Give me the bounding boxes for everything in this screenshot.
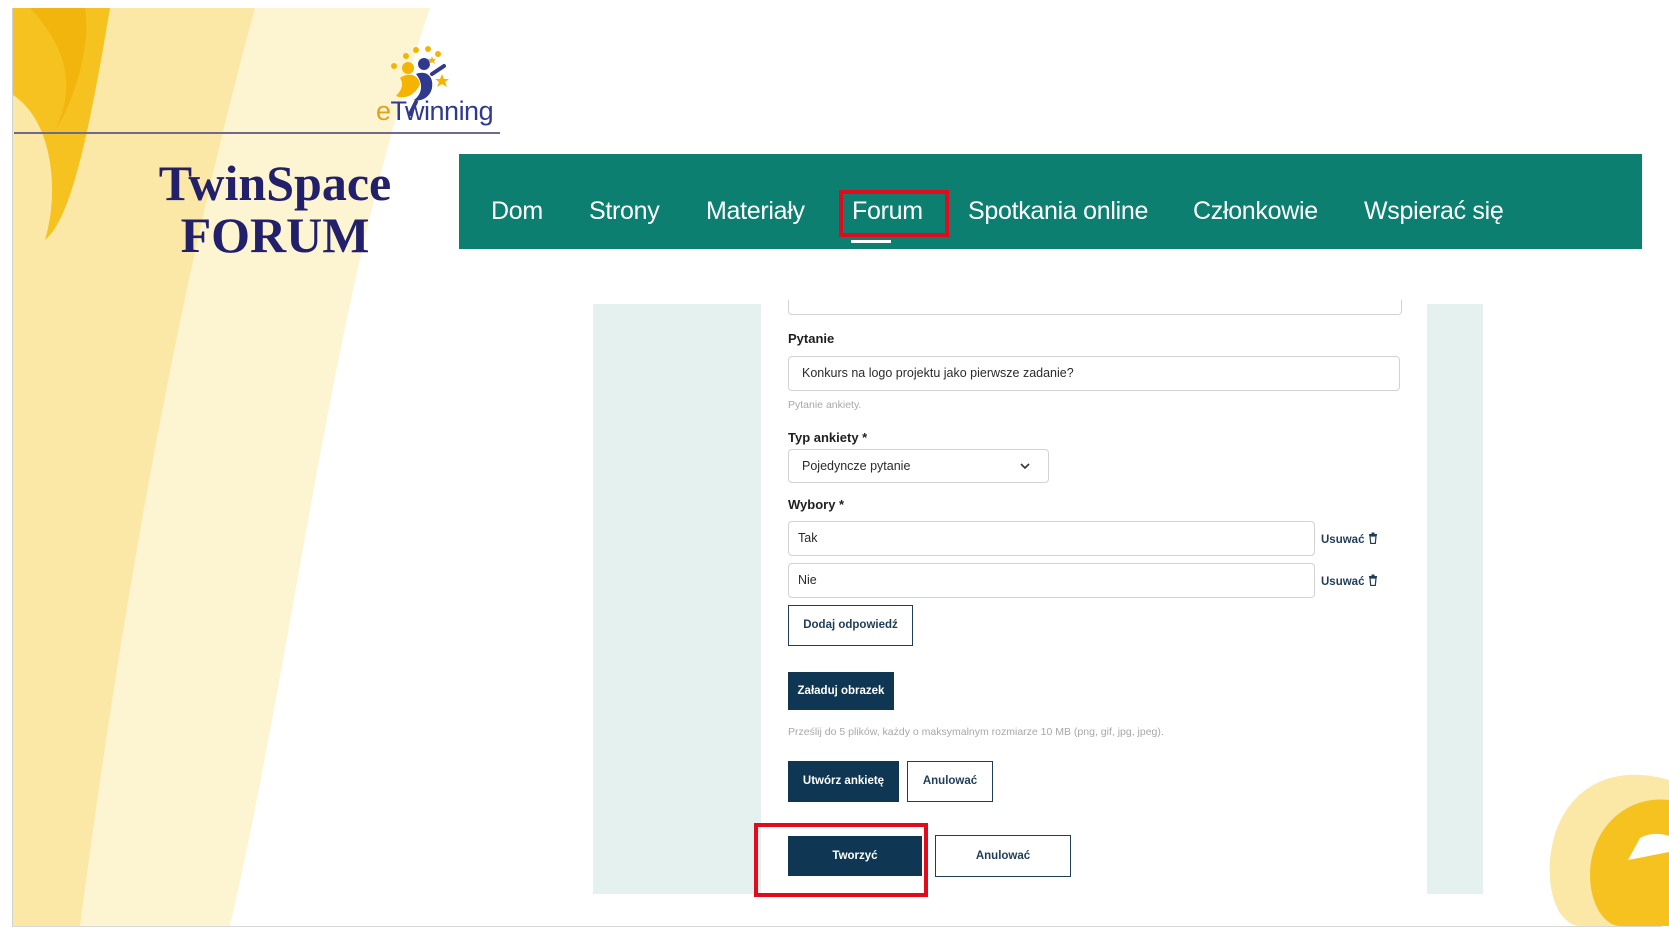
nav-item-materialy[interactable]: Materiały — [706, 164, 805, 259]
form-card — [761, 304, 1427, 894]
slide-bottom-border — [12, 926, 1662, 927]
title-line-2: FORUM — [180, 207, 370, 263]
create-poll-button[interactable]: Utwórz ankietę — [788, 761, 899, 802]
previous-field-bottom — [788, 300, 1402, 315]
question-label: Pytanie — [788, 331, 835, 346]
forum-highlight-box — [839, 190, 949, 237]
logo-text: eTwinning — [376, 96, 494, 126]
nav-item-wspierac-sie[interactable]: Wspierać się — [1364, 164, 1504, 259]
remove-choice-2-label: Usuwać — [1321, 576, 1365, 588]
chevron-down-icon — [1020, 463, 1030, 470]
remove-choice-1-label: Usuwać — [1321, 534, 1365, 546]
nav-item-czlonkowie[interactable]: Członkowie — [1193, 164, 1318, 259]
create-highlight-box — [754, 823, 928, 897]
poll-type-label: Typ ankiety * — [788, 430, 868, 445]
nav-item-spotkania-online[interactable]: Spotkania online — [968, 164, 1148, 259]
slide: eTwinning TwinSpace FORUM Dom Strony Mat… — [0, 0, 1669, 932]
active-tab-underline — [851, 240, 891, 243]
remove-choice-2-button[interactable]: Usuwać — [1321, 574, 1378, 588]
nav-item-dom[interactable]: Dom — [491, 164, 543, 259]
cancel-poll-button[interactable]: Anulować — [907, 761, 993, 802]
page-title: TwinSpace FORUM — [110, 157, 440, 261]
slide-left-border — [12, 8, 13, 926]
remove-choice-1-button[interactable]: Usuwać — [1321, 532, 1378, 546]
title-line-1: TwinSpace — [158, 155, 392, 211]
cancel-button[interactable]: Anulować — [935, 835, 1071, 877]
header-divider — [14, 132, 500, 134]
upload-image-button[interactable]: Załaduj obrazek — [788, 672, 894, 710]
question-hint: Pytanie ankiety. — [788, 399, 862, 411]
choices-label: Wybory * — [788, 497, 845, 512]
trash-icon — [1369, 532, 1378, 544]
poll-type-select[interactable]: Pojedyncze pytanie — [788, 449, 1049, 483]
question-input[interactable]: Konkurs na logo projektu jako pierwsze z… — [788, 356, 1400, 391]
choice-input-2[interactable]: Nie — [788, 563, 1315, 598]
upload-hint: Prześlij do 5 plików, każdy o maksymalny… — [788, 726, 1164, 738]
choice-input-1[interactable]: Tak — [788, 521, 1315, 556]
trash-icon — [1369, 574, 1378, 586]
poll-type-value: Pojedyncze pytanie — [802, 459, 911, 473]
nav-item-strony[interactable]: Strony — [589, 164, 660, 259]
add-answer-button[interactable]: Dodaj odpowiedź — [788, 605, 913, 646]
